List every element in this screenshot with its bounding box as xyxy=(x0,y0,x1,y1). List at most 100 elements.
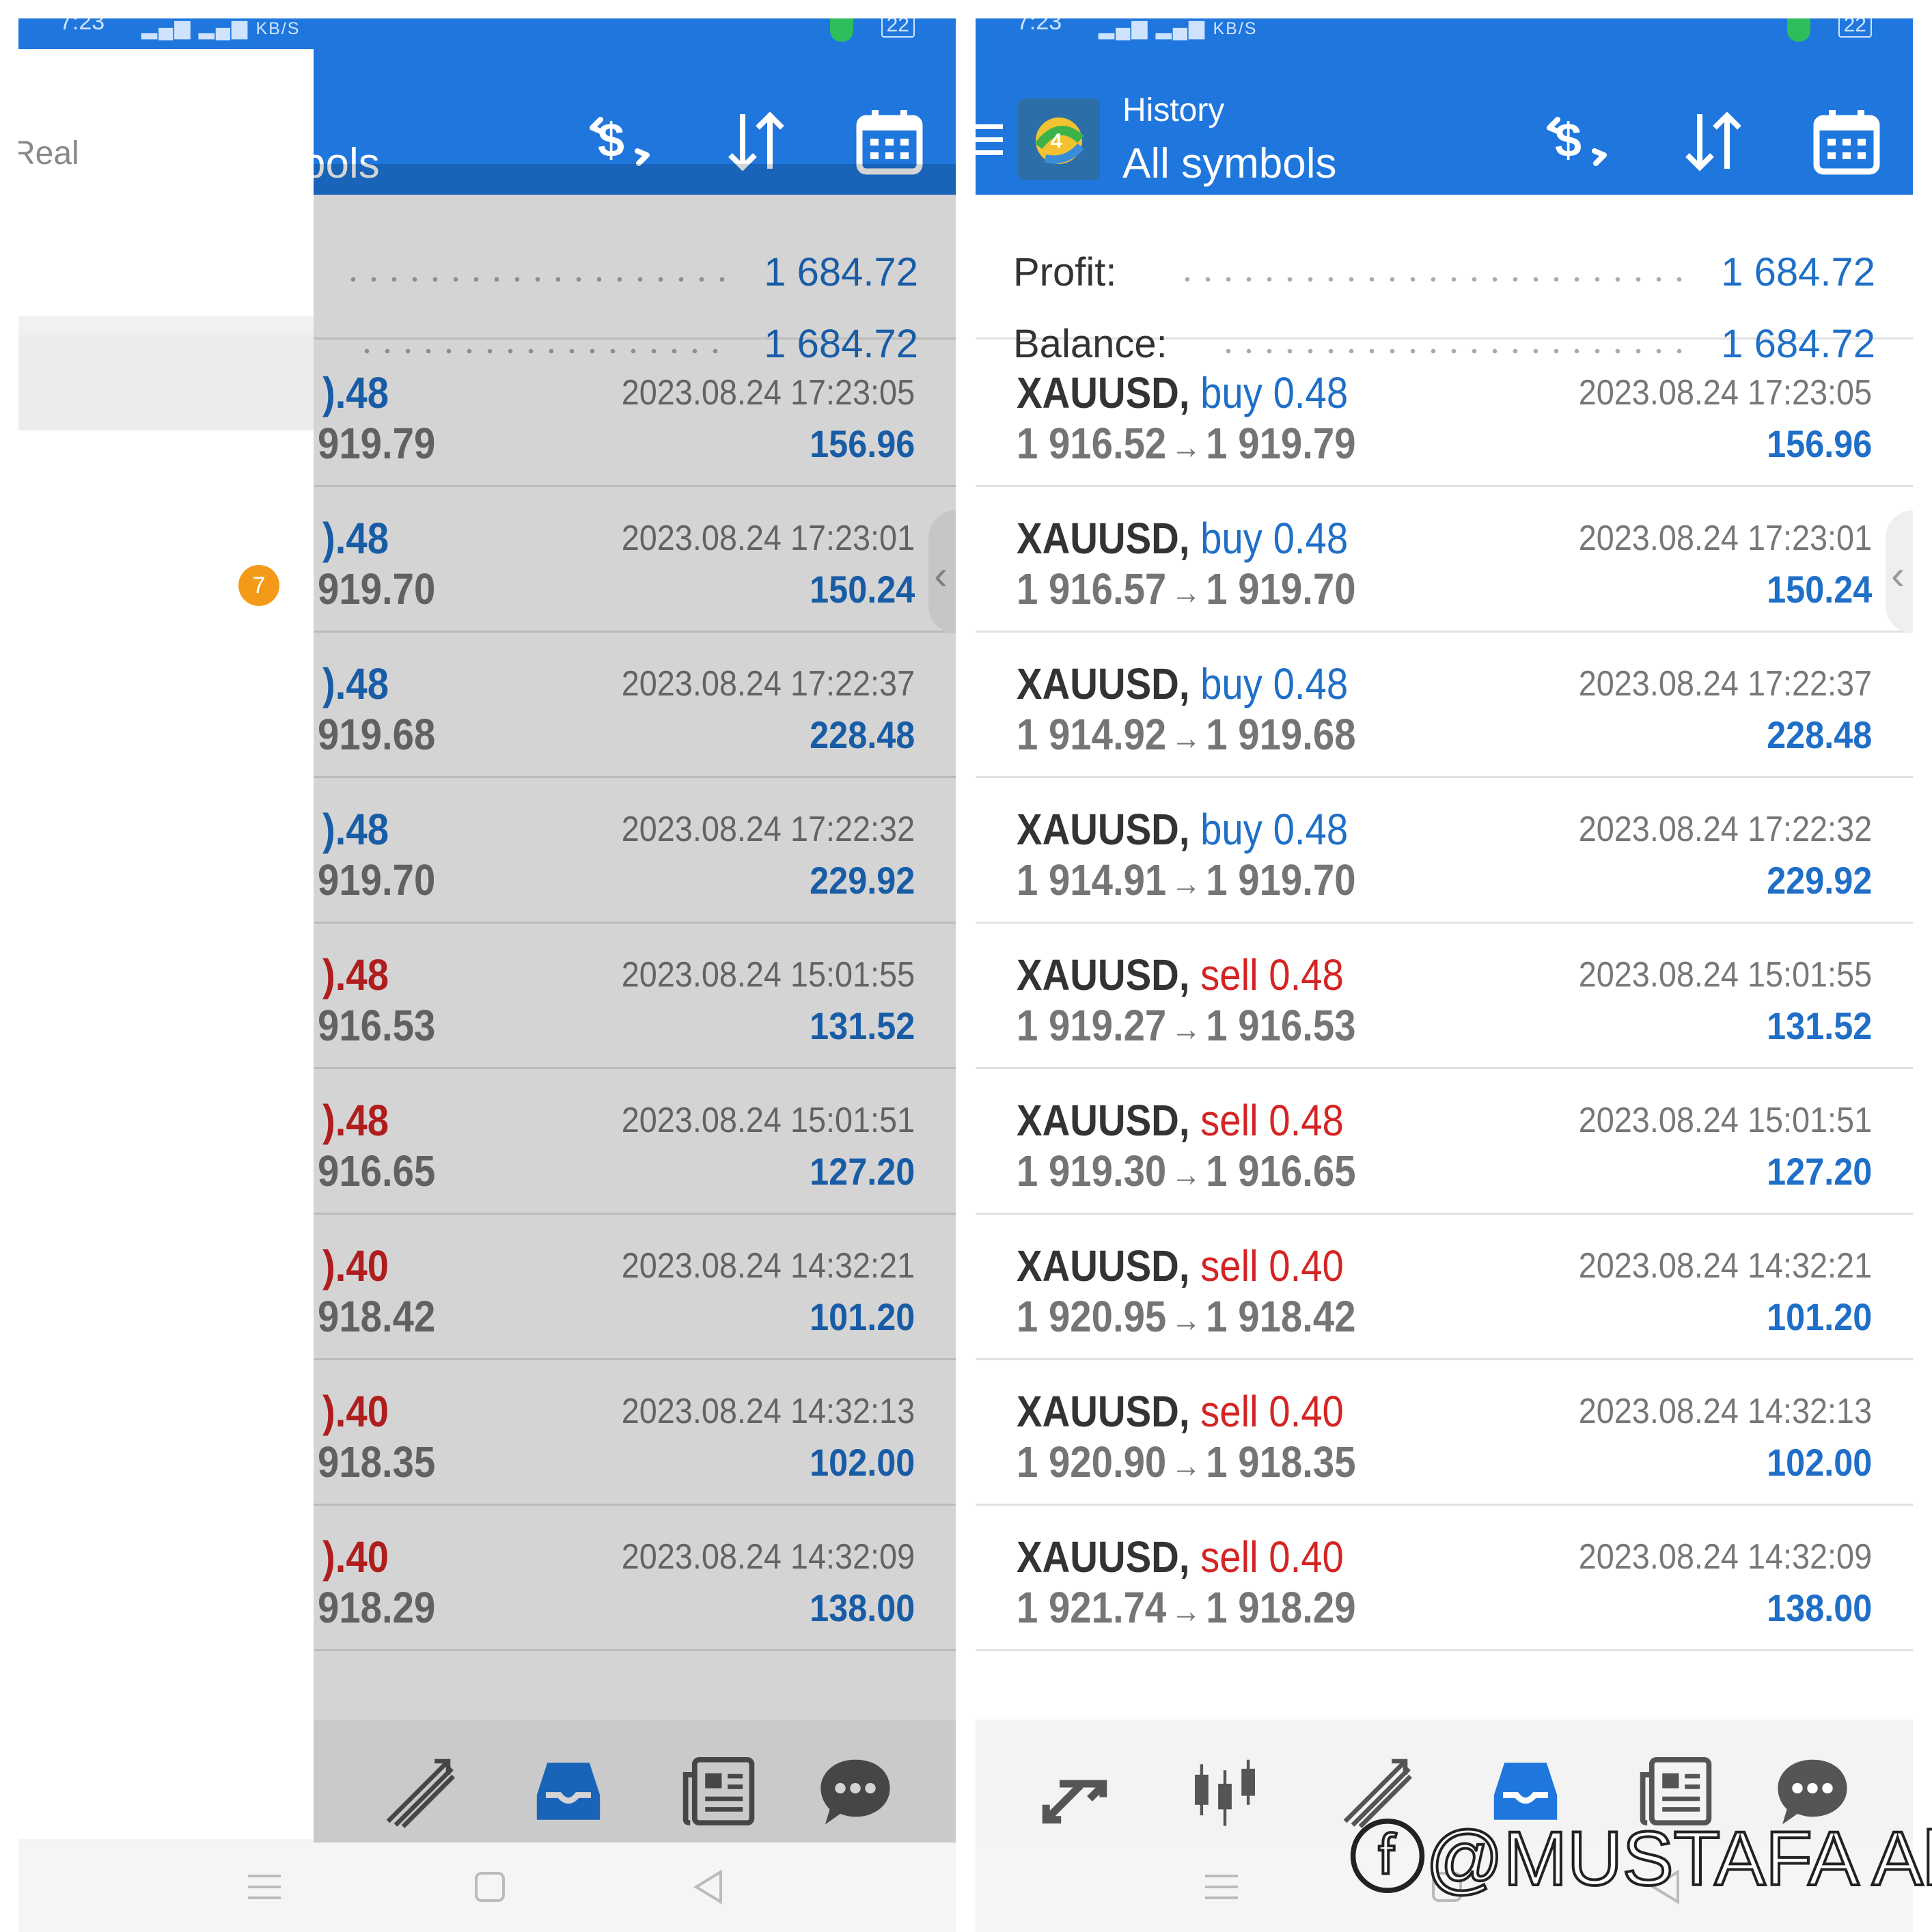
drawer-handle[interactable]: ‹ xyxy=(1886,510,1913,633)
trade-row[interactable]: XAUUSD, buy 0.48 1 916.52 → 1 919.79 2023.08… xyxy=(976,342,1913,487)
trade-open-price: 1 914.92 xyxy=(1017,710,1167,759)
arrow-right-icon: → xyxy=(1171,573,1202,611)
trade-title: XAUUSD, sell 0.48 xyxy=(1017,950,1344,1000)
trade-prices: 1 921.74 → 1 918.29 xyxy=(1017,1582,1356,1633)
trade-title: XAUUSD, buy 0.48 xyxy=(1017,659,1348,709)
trade-type: sell xyxy=(1200,950,1258,999)
page-title[interactable]: All symbols xyxy=(1122,139,1337,188)
trade-time: 2023.08.24 17:22:32 xyxy=(1578,810,1872,849)
trade-open-price: 1 916.52 xyxy=(1017,419,1167,468)
trade-time: 2023.08.24 14:32:13 xyxy=(1578,1392,1872,1431)
back-nav-icon[interactable] xyxy=(688,1866,729,1907)
trade-row[interactable]: XAUUSD, buy 0.48 1 914.91 → 1 919.70 2023.08… xyxy=(976,778,1913,924)
app-bar: 4 History All symbols $ xyxy=(976,49,1913,195)
trade-close-price: 1 919.68 xyxy=(1206,710,1356,759)
trade-volume: 0.48 xyxy=(1269,950,1344,999)
account-summary: Profit: 1 684.72 Balance: 1 684.72 xyxy=(976,195,1913,366)
menu-icon[interactable] xyxy=(976,124,1003,158)
right-screenshot: 7:23 ▂▄▆ ▂▄▆ KB/S 22 4 History All symbo… xyxy=(976,18,1913,1932)
chevron-left-icon: ‹ xyxy=(1891,552,1905,598)
trade-open-price: 1 916.57 xyxy=(1017,564,1167,613)
trade-prices: 1 916.57 → 1 919.70 xyxy=(1017,564,1356,614)
trade-symbol: XAUUSD, xyxy=(1017,659,1190,708)
menu-nav-icon[interactable] xyxy=(244,1866,285,1907)
vpn-icon xyxy=(830,18,853,42)
trade-type: buy xyxy=(1200,368,1262,417)
left-screenshot: 7:23 ▂▄▆ ▂▄▆ KB/S 22 bols $ 1 684.72 1 6… xyxy=(18,18,956,1932)
trade-time: 2023.08.24 17:23:05 xyxy=(1578,373,1872,413)
trade-title: XAUUSD, sell 0.40 xyxy=(1017,1386,1344,1437)
vpn-icon xyxy=(1787,18,1810,42)
trade-title: XAUUSD, sell 0.40 xyxy=(1017,1532,1344,1582)
trade-close-price: 1 919.70 xyxy=(1206,564,1356,613)
trade-close-price: 1 919.70 xyxy=(1206,855,1356,905)
trade-volume: 0.48 xyxy=(1273,514,1349,563)
trade-row[interactable]: XAUUSD, sell 0.48 1 919.30 → 1 916.65 2023.0… xyxy=(976,1069,1913,1215)
drawer-scrim[interactable] xyxy=(314,164,956,1843)
trade-type: sell xyxy=(1200,1096,1258,1145)
trade-time: 2023.08.24 17:22:37 xyxy=(1578,664,1872,704)
trade-volume: 0.48 xyxy=(1273,659,1349,708)
trade-close-price: 1 916.65 xyxy=(1206,1146,1356,1196)
metatrader-logo: 4 xyxy=(1018,98,1100,180)
trade-title: XAUUSD, sell 0.40 xyxy=(1017,1241,1344,1291)
trade-profit: 131.52 xyxy=(1766,1004,1872,1047)
trade-open-price: 1 914.91 xyxy=(1017,855,1167,905)
chart-icon[interactable] xyxy=(1187,1754,1262,1829)
trade-prices: 1 919.27 → 1 916.53 xyxy=(1017,1000,1356,1051)
trade-close-price: 1 918.35 xyxy=(1206,1437,1356,1487)
svg-text:4: 4 xyxy=(1051,130,1062,152)
battery-indicator: 22 xyxy=(1838,18,1872,38)
arrow-right-icon: → xyxy=(1171,864,1202,902)
trade-prices: 1 920.90 → 1 918.35 xyxy=(1017,1437,1356,1487)
account-type-label: Real xyxy=(18,135,79,171)
trade-prices: 1 916.52 → 1 919.79 xyxy=(1017,418,1356,469)
trade-row[interactable]: XAUUSD, sell 0.40 1 920.90 → 1 918.35 2023.0… xyxy=(976,1360,1913,1506)
currency-exchange-icon[interactable]: $ xyxy=(1543,107,1611,176)
signal-icon: ▂▄▆ ▂▄▆ KB/S xyxy=(1099,18,1258,39)
trade-row[interactable]: XAUUSD, sell 0.40 1 921.74 → 1 918.29 2023.0… xyxy=(976,1506,1913,1651)
trade-title: XAUUSD, buy 0.48 xyxy=(1017,513,1348,564)
trade-row[interactable]: XAUUSD, sell 0.40 1 920.95 → 1 918.42 2023.0… xyxy=(976,1215,1913,1360)
trade-symbol: XAUUSD, xyxy=(1017,1096,1190,1145)
trade-title: XAUUSD, sell 0.48 xyxy=(1017,1095,1344,1146)
trade-title: XAUUSD, buy 0.48 xyxy=(1017,368,1348,418)
trade-row[interactable]: XAUUSD, sell 0.48 1 919.27 → 1 916.53 2023.0… xyxy=(976,924,1913,1069)
arrow-right-icon: → xyxy=(1171,1592,1202,1630)
menu-nav-icon[interactable] xyxy=(1201,1866,1242,1907)
trade-open-price: 1 919.30 xyxy=(1017,1146,1167,1196)
trade-symbol: XAUUSD, xyxy=(1017,1387,1190,1436)
calendar-icon[interactable] xyxy=(1812,107,1881,176)
trade-symbol: XAUUSD, xyxy=(1017,1532,1190,1582)
trade-prices: 1 920.95 → 1 918.42 xyxy=(1017,1291,1356,1342)
page-subtitle: History xyxy=(1122,92,1225,128)
trade-profit: 228.48 xyxy=(1766,713,1872,756)
signal-icon: ▂▄▆ ▂▄▆ KB/S xyxy=(141,18,301,39)
trade-symbol: XAUUSD, xyxy=(1017,950,1190,999)
trade-open-price: 1 920.90 xyxy=(1017,1437,1167,1487)
drawer-selected-item[interactable] xyxy=(18,335,314,430)
trade-type: buy xyxy=(1200,514,1262,563)
navigation-drawer: Real 7 xyxy=(18,49,314,1839)
trade-time: 2023.08.24 14:32:21 xyxy=(1578,1246,1872,1286)
trade-time: 2023.08.24 17:23:01 xyxy=(1578,519,1872,558)
profit-label: Profit: xyxy=(1013,250,1117,294)
arrow-right-icon: → xyxy=(1171,1446,1202,1485)
trade-volume: 0.40 xyxy=(1269,1387,1344,1436)
status-time: 7:23 xyxy=(1017,18,1062,35)
notification-badge: 7 xyxy=(238,565,279,606)
system-nav-bar xyxy=(18,1843,956,1932)
watermark-text: ⓕ@MUSTAFA Ali xyxy=(1348,1814,1932,1903)
trade-time: 2023.08.24 15:01:55 xyxy=(1578,955,1872,995)
trade-row[interactable]: XAUUSD, buy 0.48 1 914.92 → 1 919.68 2023.08… xyxy=(976,633,1913,778)
trade-row[interactable]: XAUUSD, buy 0.48 1 916.57 → 1 919.70 2023.08… xyxy=(976,487,1913,633)
sort-icon[interactable] xyxy=(1679,107,1748,176)
status-bar: 7:23 ▂▄▆ ▂▄▆ KB/S 22 xyxy=(18,18,956,49)
arrow-right-icon: → xyxy=(1171,1010,1202,1048)
trade-profit: 101.20 xyxy=(1766,1295,1872,1338)
home-nav-icon[interactable] xyxy=(469,1866,510,1907)
trade-close-price: 1 916.53 xyxy=(1206,1001,1356,1050)
quotes-icon[interactable] xyxy=(1037,1754,1112,1829)
trade-symbol: XAUUSD, xyxy=(1017,805,1190,854)
trade-volume: 0.48 xyxy=(1269,1096,1344,1145)
